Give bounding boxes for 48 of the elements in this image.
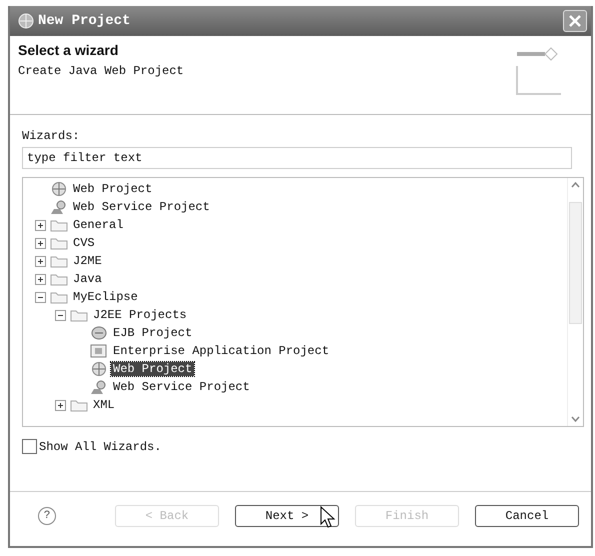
tree-item[interactable]: J2ME [71, 254, 104, 268]
tree-item[interactable]: General [71, 218, 126, 232]
window-title: New Project [38, 13, 132, 29]
tree-item[interactable]: Java [71, 272, 104, 286]
folder-icon [50, 236, 68, 250]
mouse-cursor-icon [320, 506, 336, 528]
expander-icon[interactable] [35, 220, 46, 230]
tree-item[interactable]: MyEclipse [71, 290, 140, 304]
globe-icon [90, 361, 108, 377]
expander-icon[interactable] [35, 274, 46, 284]
application-icon [90, 343, 108, 359]
folder-icon [50, 254, 68, 268]
expander-icon[interactable] [35, 256, 46, 266]
filter-field[interactable]: type filter text [22, 147, 572, 169]
scroll-bar[interactable] [567, 178, 583, 426]
wizard-banner-icon [515, 46, 563, 98]
help-button[interactable]: ? [38, 507, 56, 525]
expander-icon[interactable] [55, 400, 66, 410]
globe-icon [18, 13, 34, 29]
dialog-button[interactable]: Next > [235, 505, 339, 527]
expander-icon[interactable] [35, 238, 46, 248]
folder-icon [50, 272, 68, 286]
page-title: Select a wizard [18, 42, 120, 58]
expander-icon[interactable] [55, 310, 66, 320]
tree-item[interactable]: Enterprise Application Project [111, 344, 332, 358]
expander-icon[interactable] [35, 292, 46, 302]
scroll-thumb[interactable] [569, 202, 582, 324]
tree-item[interactable]: Web Project [111, 362, 194, 376]
bean-icon [90, 325, 108, 341]
show-all-label[interactable]: Show All Wizards. [39, 440, 162, 454]
close-icon[interactable] [568, 14, 582, 28]
globe-icon [50, 181, 68, 197]
tree-item[interactable]: XML [91, 398, 117, 412]
dialog-button[interactable]: Cancel [475, 505, 579, 527]
page-description: Create Java Web Project [18, 64, 184, 78]
wizards-label: Wizards: [22, 129, 81, 143]
folder-icon [50, 218, 68, 232]
tree-item[interactable]: Web Service Project [111, 380, 252, 394]
close-button[interactable] [563, 10, 587, 32]
tree-item[interactable]: J2EE Projects [91, 308, 189, 322]
checkbox[interactable] [22, 439, 37, 454]
folder-icon [50, 290, 68, 304]
folder-icon [70, 308, 88, 322]
tree-item[interactable]: Web Project [71, 182, 154, 196]
tree-item[interactable]: EJB Project [111, 326, 194, 340]
tree-item[interactable]: Web Service Project [71, 200, 212, 214]
tree-item[interactable]: CVS [71, 236, 97, 250]
folder-icon [70, 398, 88, 412]
